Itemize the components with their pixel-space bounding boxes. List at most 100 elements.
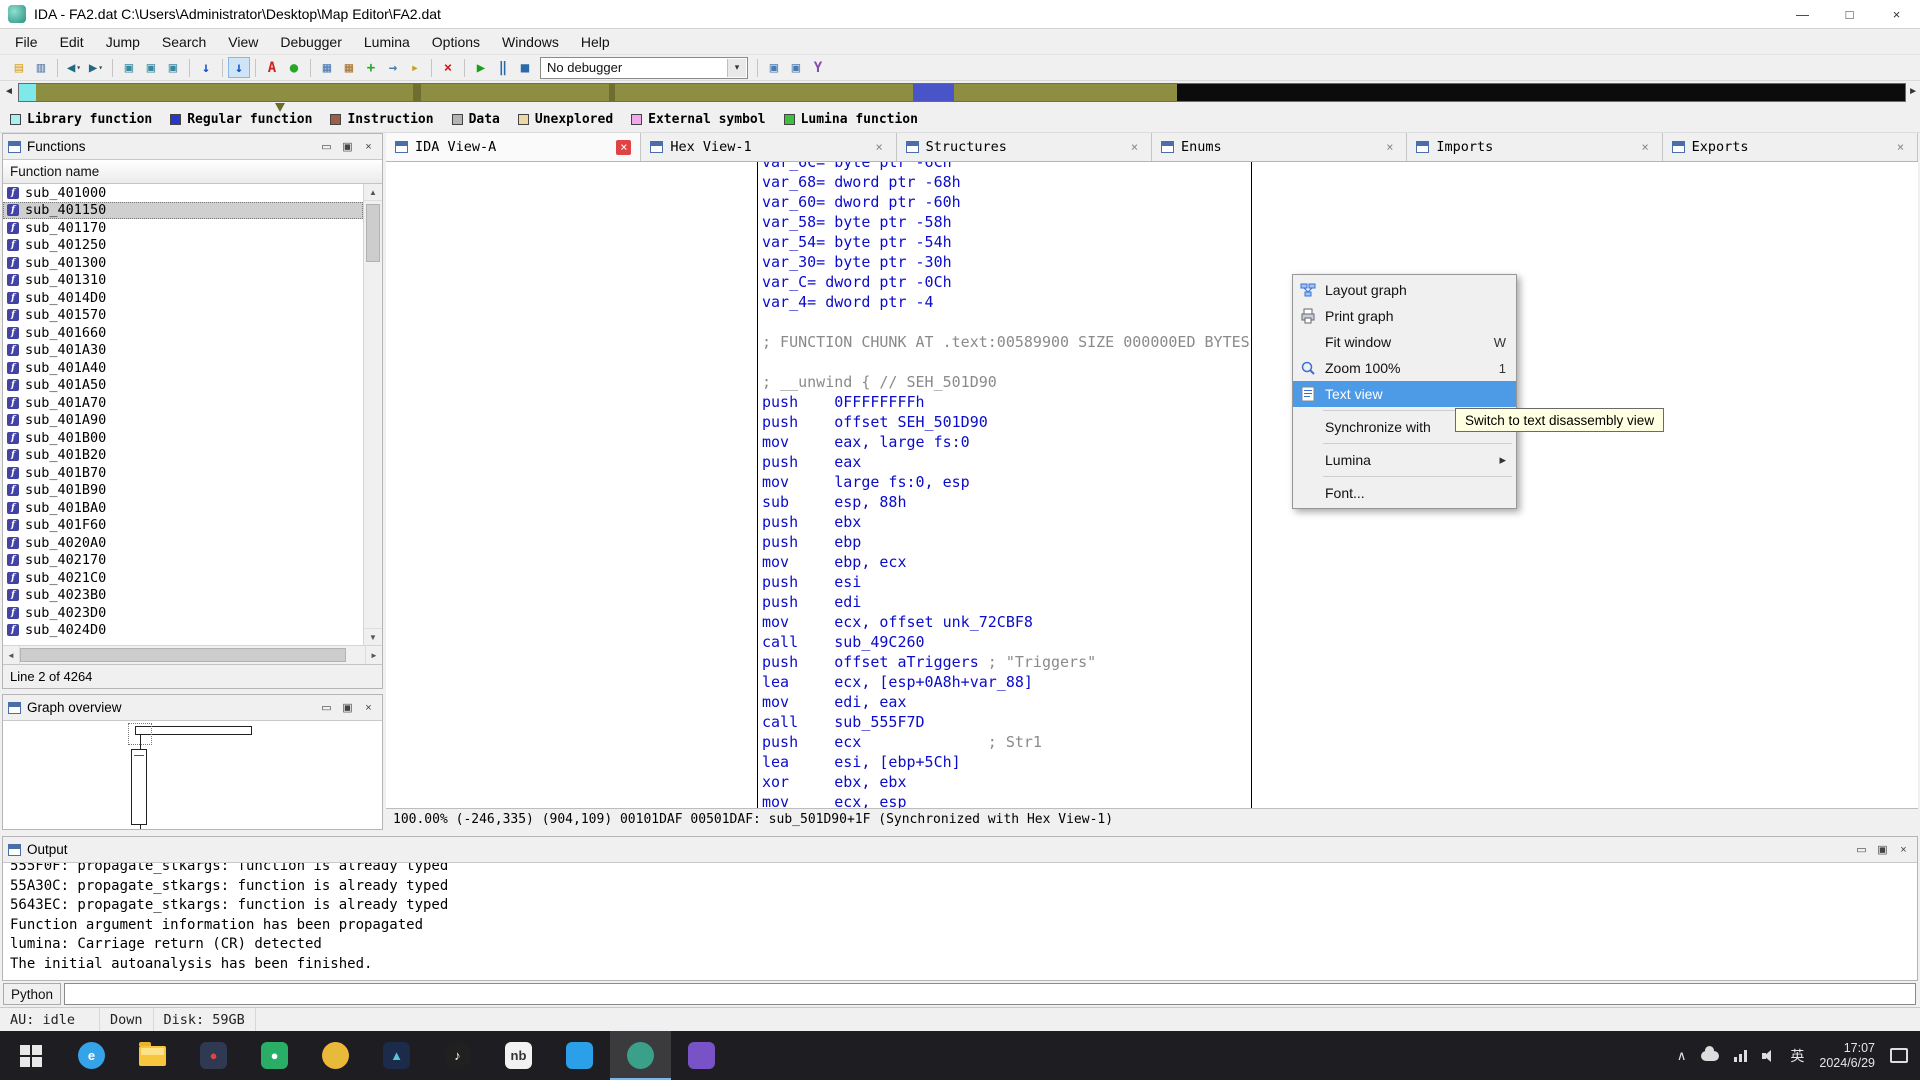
output-panel-titlebar[interactable]: Output ▭▣×	[3, 837, 1917, 863]
tab-close-icon[interactable]: ×	[1893, 140, 1908, 155]
taskbar-app-netdisk[interactable]: ●	[183, 1031, 244, 1080]
minimize-button[interactable]: —	[1779, 0, 1826, 28]
functions-horizontal-scrollbar[interactable]: ◄ ►	[3, 645, 382, 664]
tab-structures[interactable]: Structures×	[897, 133, 1152, 161]
nav-down-active-icon[interactable]: ↓	[228, 57, 250, 78]
python-label[interactable]: Python	[3, 983, 61, 1005]
vertical-scrollbar-thumb[interactable]	[366, 204, 380, 262]
panel-float-button[interactable]: ▣	[339, 700, 356, 715]
menu-item-debugger[interactable]: Debugger	[269, 30, 353, 54]
functions-panel-titlebar[interactable]: Functions ▭▣×	[3, 134, 382, 160]
function-list-item[interactable]: fsub_401A70	[3, 394, 363, 412]
taskbar-app-media-app[interactable]	[305, 1031, 366, 1080]
function-list-item[interactable]: fsub_401000	[3, 184, 363, 202]
function-name-column-header[interactable]: Function name	[3, 160, 382, 184]
tab-exports[interactable]: Exports×	[1663, 133, 1918, 161]
menu-item-lumina[interactable]: Lumina	[353, 30, 421, 54]
jump-segment-icon[interactable]: ▣	[162, 57, 184, 78]
xref-icon[interactable]: →	[382, 57, 404, 78]
menu-item-search[interactable]: Search	[151, 30, 217, 54]
stop-icon[interactable]: ■	[514, 57, 536, 78]
taskbar-app-music-app[interactable]: ♪	[427, 1031, 488, 1080]
scroll-down-arrow-icon[interactable]: ▼	[364, 628, 382, 645]
taskbar-app-wechat[interactable]: ●	[244, 1031, 305, 1080]
panel-float-button[interactable]: ▣	[339, 139, 356, 154]
module-icon[interactable]: ▣	[785, 57, 807, 78]
function-list-item[interactable]: fsub_401BA0	[3, 499, 363, 517]
python-input[interactable]	[64, 983, 1916, 1005]
function-list-item[interactable]: fsub_401A90	[3, 412, 363, 430]
open-file-icon[interactable]: ▤	[8, 57, 30, 78]
save-icon[interactable]: ▥	[30, 57, 52, 78]
function-list-item[interactable]: fsub_401B90	[3, 482, 363, 500]
enum-icon[interactable]: ▦	[338, 57, 360, 78]
tab-close-icon[interactable]: ×	[1638, 140, 1653, 155]
menu-item-jump[interactable]: Jump	[95, 30, 151, 54]
cancel-icon[interactable]: ×	[437, 57, 459, 78]
function-list-item[interactable]: fsub_401310	[3, 272, 363, 290]
context-menu-item-font-[interactable]: Font...	[1293, 480, 1516, 506]
menu-item-windows[interactable]: Windows	[491, 30, 570, 54]
network-icon[interactable]	[1734, 1050, 1747, 1062]
menu-item-help[interactable]: Help	[570, 30, 621, 54]
function-list-item[interactable]: fsub_401A30	[3, 342, 363, 360]
function-list-item[interactable]: fsub_401F60	[3, 517, 363, 535]
debugger-combobox[interactable]: No debugger▾	[540, 57, 748, 79]
run-icon[interactable]: ▶	[470, 57, 492, 78]
nav-down-icon[interactable]: ↓	[195, 57, 217, 78]
panel-close-button[interactable]: ×	[360, 700, 377, 715]
panel-close-button[interactable]: ×	[360, 139, 377, 154]
function-list-item[interactable]: fsub_401660	[3, 324, 363, 342]
graph-overview-viewport-rect[interactable]	[128, 723, 152, 745]
struct-icon[interactable]: ▦	[316, 57, 338, 78]
tab-close-icon[interactable]: ×	[1127, 140, 1142, 155]
graph-overview-titlebar[interactable]: Graph overview ▭▣×	[3, 695, 382, 721]
function-list-item[interactable]: fsub_4024D0	[3, 622, 363, 640]
tab-close-icon[interactable]: ×	[1382, 140, 1397, 155]
ime-indicator[interactable]: 英	[1790, 1046, 1804, 1066]
add-icon[interactable]: +	[360, 57, 382, 78]
jump-address-icon[interactable]: ▣	[118, 57, 140, 78]
combobox-dropdown-icon[interactable]: ▾	[727, 59, 746, 77]
taskbar-app-ida[interactable]	[610, 1031, 671, 1080]
function-list-item[interactable]: fsub_401300	[3, 254, 363, 272]
forward-icon[interactable]: ▶▾	[85, 57, 107, 78]
taskbar-app-photos[interactable]: ▲	[366, 1031, 427, 1080]
function-list-item[interactable]: fsub_401570	[3, 307, 363, 325]
tab-imports[interactable]: Imports×	[1407, 133, 1662, 161]
menu-item-file[interactable]: File	[4, 30, 49, 54]
breakpoint-icon[interactable]: Y	[807, 57, 829, 78]
function-list-item[interactable]: fsub_4023D0	[3, 604, 363, 622]
panel-dock-button[interactable]: ▭	[318, 139, 335, 154]
menu-item-view[interactable]: View	[217, 30, 269, 54]
maximize-button[interactable]: □	[1826, 0, 1873, 28]
tab-close-icon[interactable]: ×	[616, 140, 631, 155]
output-log[interactable]: 555F0F: propagate_stkargs: function is a…	[3, 863, 1917, 980]
rename-icon[interactable]: A	[261, 57, 283, 78]
tab-close-icon[interactable]: ×	[872, 140, 887, 155]
jump-name-icon[interactable]: ▣	[140, 57, 162, 78]
tray-chevron-icon[interactable]: ∧	[1677, 1048, 1687, 1064]
context-menu-item-text-view[interactable]: Text view	[1293, 381, 1516, 407]
context-menu-item-zoom-100-[interactable]: Zoom 100%1	[1293, 355, 1516, 381]
scroll-up-arrow-icon[interactable]: ▲	[364, 184, 382, 201]
navband-left-arrow-icon[interactable]: ◄	[4, 86, 14, 97]
panel-dock-button[interactable]: ▭	[1853, 842, 1870, 857]
context-menu-item-layout-graph[interactable]: Layout graph	[1293, 277, 1516, 303]
context-menu-item-lumina[interactable]: Lumina▸	[1293, 447, 1516, 473]
function-list-item[interactable]: fsub_401B20	[3, 447, 363, 465]
taskbar-app-explorer[interactable]	[122, 1031, 183, 1080]
taskbar-app-nb-app[interactable]: nb	[488, 1031, 549, 1080]
taskbar-clock[interactable]: 17:07 2024/6/29	[1819, 1041, 1875, 1071]
function-list-item[interactable]: fsub_401A40	[3, 359, 363, 377]
attach-icon[interactable]: ▣	[763, 57, 785, 78]
tab-ida-view-a[interactable]: IDA View-A×	[386, 133, 641, 161]
function-list-item[interactable]: fsub_4020A0	[3, 534, 363, 552]
menu-item-options[interactable]: Options	[421, 30, 491, 54]
function-list-item[interactable]: fsub_4021C0	[3, 569, 363, 587]
disassembly-text[interactable]: var_6C= byte ptr -6Chvar_68= dword ptr -…	[762, 162, 1250, 808]
flag-icon[interactable]: ▸	[404, 57, 426, 78]
function-list-item[interactable]: fsub_401B70	[3, 464, 363, 482]
function-list-item[interactable]: fsub_401A50	[3, 377, 363, 395]
panel-dock-button[interactable]: ▭	[318, 700, 335, 715]
